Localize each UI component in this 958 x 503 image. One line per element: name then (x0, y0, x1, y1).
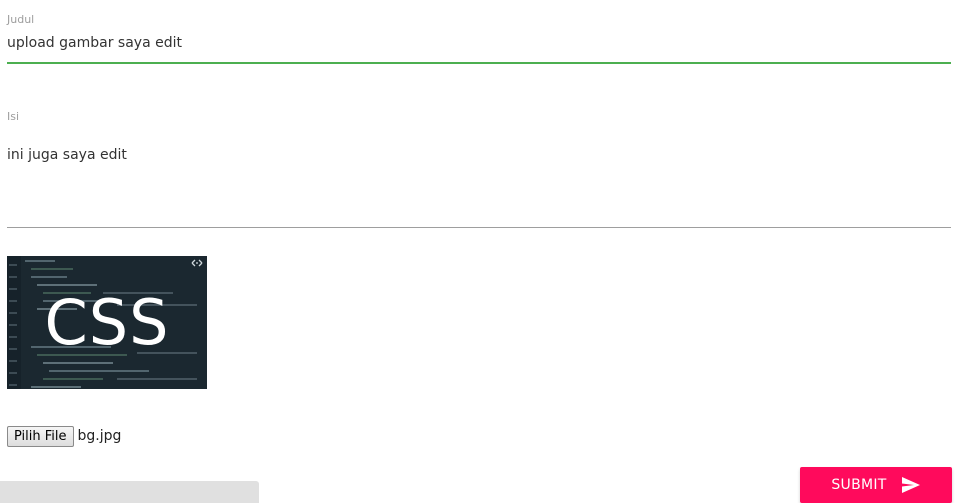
judul-label: Judul (7, 13, 35, 26)
isi-textarea[interactable]: ini juga saya edit (7, 146, 951, 228)
bottom-bar (0, 481, 259, 503)
brand-mark-icon (191, 259, 203, 267)
send-icon (901, 477, 920, 493)
image-preview: CSS (7, 256, 207, 389)
submit-label: SUBMIT (831, 477, 887, 493)
submit-button[interactable]: SUBMIT (800, 467, 952, 503)
isi-label: Isi (7, 110, 20, 123)
css-logo-text: CSS (44, 286, 170, 359)
file-input-row: Pilih File bg.jpg (7, 425, 121, 447)
judul-field: Judul (7, 13, 951, 64)
edit-post-form: Judul Isi ini juga saya edit (0, 0, 958, 503)
selected-file-name: bg.jpg (77, 428, 122, 444)
isi-field: Isi ini juga saya edit (7, 110, 951, 228)
judul-input[interactable] (7, 32, 951, 64)
choose-file-button[interactable]: Pilih File (7, 425, 74, 447)
